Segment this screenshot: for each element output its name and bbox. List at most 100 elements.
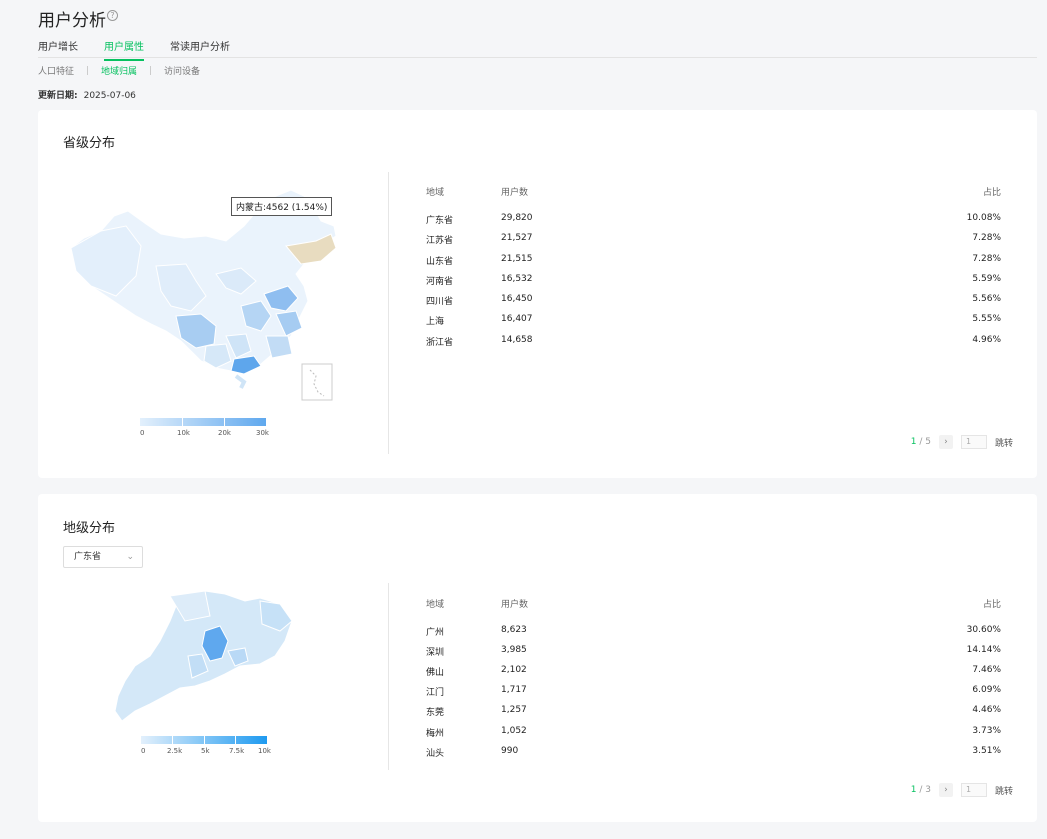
legend-tick: 20k bbox=[218, 429, 231, 437]
city-legend: 0 2.5k 5k 7.5k 10k bbox=[141, 736, 271, 756]
header-region: 地域 bbox=[426, 188, 445, 198]
chevron-down-icon: ⌄ bbox=[126, 552, 134, 562]
update-value: 2025-07-06 bbox=[83, 91, 136, 101]
city-card: 地级分布 广东省 ⌄ 0 2.5k 5k 7.5k 10k 地域 用户数 占比 … bbox=[38, 494, 1037, 822]
page-jump-input[interactable]: 1 bbox=[960, 783, 987, 797]
select-value: 广东省 bbox=[74, 552, 102, 562]
cell-users: 29,820 bbox=[501, 213, 533, 223]
cell-users: 1,257 bbox=[501, 705, 527, 715]
next-page-button[interactable]: › bbox=[938, 435, 953, 449]
cell-ratio: 7.28% bbox=[972, 254, 1001, 264]
cell-region: 四川省 bbox=[426, 297, 454, 307]
header-ratio: 占比 bbox=[982, 188, 1001, 198]
card-divider bbox=[388, 583, 389, 770]
cell-region: 汕头 bbox=[426, 749, 445, 759]
cell-users: 8,623 bbox=[501, 625, 527, 635]
update-date: 更新日期: 2025-07-06 bbox=[38, 88, 136, 101]
cell-region: 浙江省 bbox=[426, 338, 454, 348]
cell-ratio: 30.60% bbox=[966, 625, 1001, 635]
city-table: 地域 用户数 占比 广州 8,623 30.60% 深圳 3,985 14.14% 佛山… bbox=[426, 597, 1001, 767]
update-label: 更新日期: bbox=[38, 91, 78, 101]
cell-users: 14,658 bbox=[501, 335, 533, 345]
subtab-separator bbox=[87, 66, 89, 75]
cell-region: 上海 bbox=[426, 317, 445, 327]
legend-tick: 7.5k bbox=[229, 747, 245, 755]
province-select[interactable]: 广东省 ⌄ bbox=[63, 546, 143, 568]
legend-tick: 5k bbox=[201, 747, 210, 755]
cell-users: 16,450 bbox=[501, 294, 533, 304]
legend-tick: 10k bbox=[177, 429, 190, 437]
subtab-separator bbox=[150, 66, 152, 75]
page-indicator: 1 / 5 bbox=[911, 437, 931, 447]
legend-tick: 10k bbox=[258, 747, 271, 755]
map-tooltip: 内蒙古:4562 (1.54%) bbox=[231, 197, 333, 216]
cell-users: 1,052 bbox=[501, 726, 527, 736]
legend-tick: 30k bbox=[256, 429, 269, 437]
guangdong-map[interactable] bbox=[110, 586, 295, 726]
cell-region: 山东省 bbox=[426, 257, 454, 267]
cell-ratio: 3.73% bbox=[972, 726, 1001, 736]
legend-gradient-bar bbox=[141, 736, 267, 744]
cell-users: 21,527 bbox=[501, 233, 533, 243]
page-indicator: 1 / 3 bbox=[911, 785, 931, 795]
page-current: 1 bbox=[910, 785, 917, 795]
cell-users: 1,717 bbox=[501, 685, 527, 695]
page-total: / 3 bbox=[919, 785, 931, 795]
page-current: 1 bbox=[910, 437, 917, 447]
cell-ratio: 7.46% bbox=[972, 665, 1001, 675]
sub-tabs: 人口特征 地域归属 访问设备 bbox=[38, 64, 200, 77]
cell-region: 河南省 bbox=[426, 277, 454, 287]
cell-ratio: 5.55% bbox=[972, 314, 1001, 324]
header-users: 用户数 bbox=[501, 188, 529, 198]
cell-region: 梅州 bbox=[426, 729, 445, 739]
south-sea-islands bbox=[309, 369, 325, 397]
legend-gradient-bar bbox=[140, 418, 266, 426]
jump-button[interactable]: 跳转 bbox=[995, 436, 1013, 449]
cell-users: 16,532 bbox=[501, 274, 533, 284]
cell-region: 东莞 bbox=[426, 708, 445, 718]
legend-tick: 0 bbox=[140, 429, 145, 437]
cell-users: 2,102 bbox=[501, 665, 527, 675]
header-users: 用户数 bbox=[501, 600, 529, 610]
subtab-devices[interactable]: 访问设备 bbox=[164, 64, 200, 77]
cell-ratio: 5.56% bbox=[972, 294, 1001, 304]
header-region: 地域 bbox=[426, 600, 445, 610]
map-region-guangdong bbox=[230, 355, 262, 375]
cell-ratio: 3.51% bbox=[972, 746, 1001, 756]
jump-button[interactable]: 跳转 bbox=[995, 784, 1013, 797]
cell-region: 广州 bbox=[426, 628, 445, 638]
page-jump-input[interactable]: 1 bbox=[960, 435, 987, 449]
page-total: / 5 bbox=[919, 437, 931, 447]
cell-ratio: 4.46% bbox=[972, 705, 1001, 715]
cell-ratio: 14.14% bbox=[966, 645, 1001, 655]
city-pagination: 1 / 3 › 1 跳转 bbox=[911, 783, 1013, 797]
header-ratio: 占比 bbox=[982, 600, 1001, 610]
south-sea-inset bbox=[301, 363, 333, 401]
legend-tick: 2.5k bbox=[167, 747, 183, 755]
province-table: 地域 用户数 占比 广东省 29,820 10.08% 江苏省 21,527 7.28%… bbox=[426, 185, 1001, 355]
page-title: 用户分析 bbox=[38, 11, 106, 31]
next-page-button[interactable]: › bbox=[938, 783, 953, 797]
cell-users: 21,515 bbox=[501, 254, 533, 264]
help-icon[interactable]: ? bbox=[107, 10, 118, 21]
cell-ratio: 6.09% bbox=[972, 685, 1001, 695]
cell-users: 3,985 bbox=[501, 645, 527, 655]
cell-region: 佛山 bbox=[426, 668, 445, 678]
cell-users: 990 bbox=[501, 746, 519, 756]
cell-region: 江门 bbox=[426, 688, 445, 698]
subtab-demographics[interactable]: 人口特征 bbox=[38, 64, 74, 77]
province-title: 省级分布 bbox=[63, 136, 116, 151]
cell-ratio: 7.28% bbox=[972, 233, 1001, 243]
province-legend: 0 10k 20k 30k bbox=[140, 418, 269, 438]
subtab-region[interactable]: 地域归属 bbox=[101, 64, 137, 77]
cell-region: 广东省 bbox=[426, 216, 454, 226]
map-region-hainan bbox=[234, 374, 247, 389]
cell-region: 深圳 bbox=[426, 648, 445, 658]
cell-ratio: 4.96% bbox=[972, 335, 1001, 345]
legend-tick: 0 bbox=[141, 747, 146, 755]
city-title: 地级分布 bbox=[63, 521, 116, 536]
cell-ratio: 10.08% bbox=[966, 213, 1001, 223]
province-pagination: 1 / 5 › 1 跳转 bbox=[911, 435, 1013, 449]
china-map[interactable] bbox=[66, 186, 341, 401]
tabs-divider bbox=[38, 57, 1037, 58]
